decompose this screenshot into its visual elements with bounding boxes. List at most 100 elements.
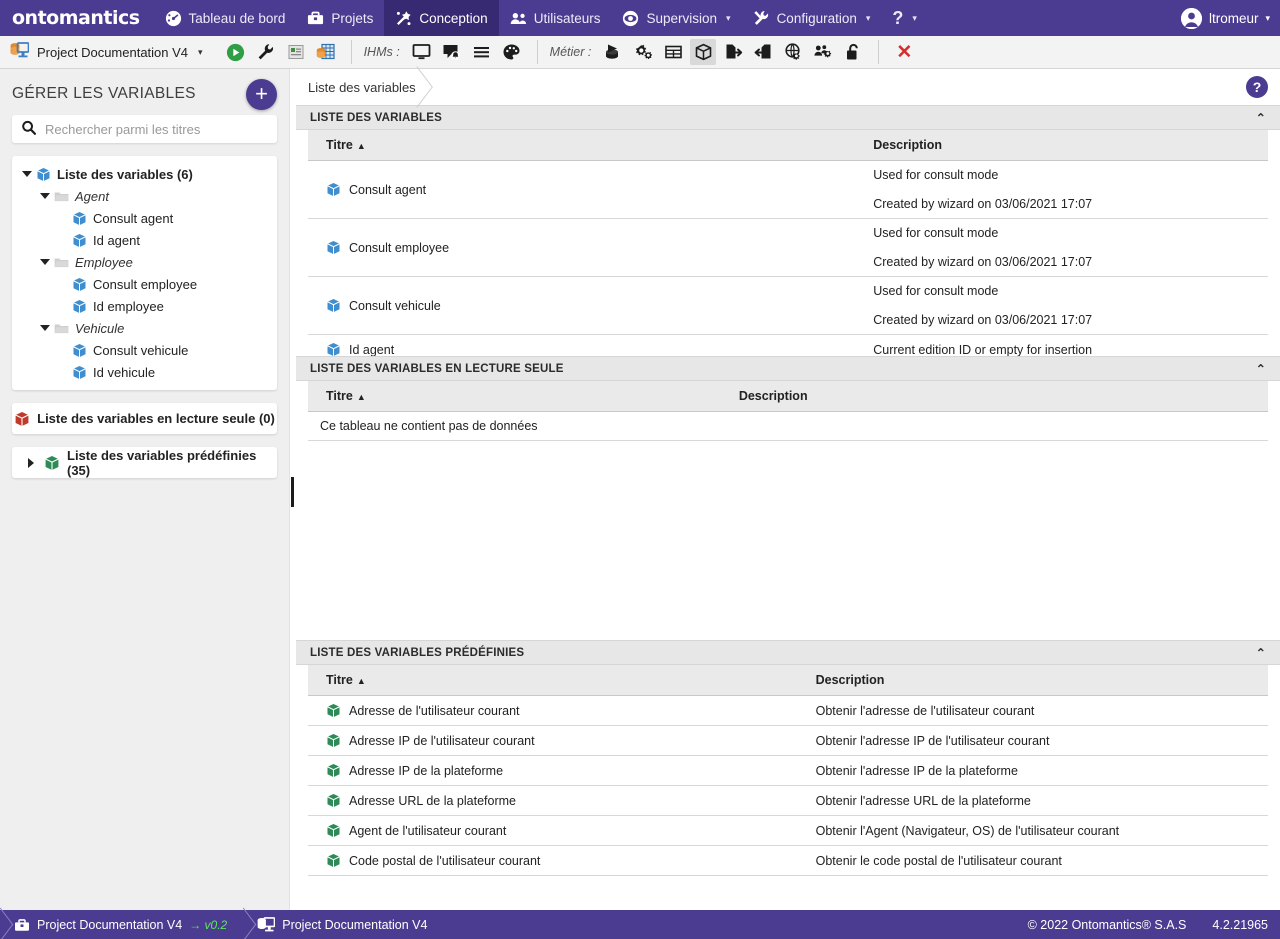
search-input[interactable] <box>45 121 268 137</box>
table-row[interactable]: Adresse URL de la plateforme Obtenir l'ad… <box>308 785 1269 816</box>
footer-item-1[interactable]: Project Documentation V4 <box>230 907 443 939</box>
collapse-arrow-icon[interactable] <box>18 171 36 177</box>
tree-folder[interactable]: Vehicule <box>12 317 277 339</box>
footer-item-version: → v0.2 <box>189 917 228 932</box>
add-variable-button[interactable]: + <box>246 78 277 110</box>
user-name: ltromeur <box>1208 10 1259 26</box>
readonly-panel-header[interactable]: LISTE DES VARIABLES EN LECTURE SEULE ⌃ <box>296 356 1280 381</box>
popup-alert-button[interactable] <box>439 39 465 65</box>
column-header-description[interactable]: Description <box>797 665 1269 696</box>
column-header-titre[interactable]: Titre ▲ <box>308 130 856 161</box>
chevron-down-icon[interactable]: ▾ <box>198 47 203 58</box>
collapse-arrow-icon[interactable] <box>36 325 54 331</box>
tree-item[interactable]: Consult employee <box>12 273 277 295</box>
cell-description: Obtenir l'adresse IP de l'utilisateur co… <box>797 725 1269 756</box>
sidebar-item-predefined-variables[interactable]: Liste des variables prédéfinies (35) <box>12 447 277 478</box>
variables-cube-button[interactable] <box>690 39 717 65</box>
report-button[interactable] <box>283 39 309 65</box>
cell-title: Adresse URL de la plateforme <box>308 785 798 816</box>
table-row[interactable]: Code postal de l'utilisateur courant Obte… <box>308 845 1269 876</box>
footer-item-0[interactable]: Project Documentation V4 → v0.2 <box>0 907 243 939</box>
padlock-open-button[interactable] <box>840 39 866 65</box>
users-icon <box>510 10 527 27</box>
file-out-button[interactable] <box>720 39 746 65</box>
collapse-arrow-icon[interactable] <box>36 259 54 265</box>
cell-title: Id agent <box>308 334 856 356</box>
monitor-button[interactable] <box>409 39 435 65</box>
nav-item-label: Supervision <box>646 10 718 26</box>
sidebar-item-readonly-variables[interactable]: Liste des variables en lecture seule (0) <box>12 403 277 434</box>
tree-folder[interactable]: Employee <box>12 251 277 273</box>
chevron-down-icon: ▾ <box>912 12 917 23</box>
column-header-titre[interactable]: Titre ▲ <box>308 665 798 696</box>
tree-folder[interactable]: Agent <box>12 185 277 207</box>
variables-panel-title: LISTE DES VARIABLES <box>310 111 443 124</box>
nav-item-projets[interactable]: Projets <box>296 0 384 36</box>
table-row[interactable]: Consult vehicule Used for consult mode Cre… <box>308 276 1269 335</box>
user-menu[interactable]: ltromeur ▾ <box>1180 0 1270 36</box>
tree-item[interactable]: Id agent <box>12 229 277 251</box>
tree-item[interactable]: Id employee <box>12 295 277 317</box>
variables-tree: Liste des variables (6) Agent Consult agen… <box>12 156 277 390</box>
nav-item-configuration[interactable]: Configuration ▾ <box>742 0 882 36</box>
table-row[interactable]: Adresse IP de l'utilisateur courant Obten… <box>308 725 1269 756</box>
description-line-1: Used for consult mode <box>873 284 999 298</box>
database-table-button[interactable] <box>313 39 339 65</box>
expand-arrow-icon[interactable] <box>22 457 40 468</box>
tree-item[interactable]: Consult agent <box>12 207 277 229</box>
globe-gear-button[interactable] <box>780 39 806 65</box>
predefined-panel-header[interactable]: LISTE DES VARIABLES PRÉDÉFINIES ⌃ <box>296 640 1280 665</box>
process-button[interactable] <box>600 39 626 65</box>
splitter-grip[interactable] <box>291 477 294 507</box>
avatar-icon <box>1180 7 1202 29</box>
nav-item-tableau-de-bord[interactable]: Tableau de bord <box>154 0 297 36</box>
description-line-1: Used for consult mode <box>873 168 999 182</box>
readonly-panel-body: Titre ▲ Description Ce tableau ne contien… <box>296 381 1280 640</box>
variable-title: Agent de l'utilisateur courant <box>349 823 507 838</box>
nav-item-utilisateurs[interactable]: Utilisateurs <box>499 0 612 36</box>
chevron-down-icon: ▾ <box>865 12 871 23</box>
build-wrench-button[interactable] <box>253 39 279 65</box>
help-icon[interactable]: ? <box>1246 76 1269 98</box>
nav-item-[interactable]: ? ▾ <box>881 0 928 36</box>
palette-button[interactable] <box>499 39 525 65</box>
run-button[interactable] <box>223 39 249 65</box>
search-box[interactable] <box>12 115 277 143</box>
column-header-description[interactable]: Description <box>720 381 1269 412</box>
breadcrumb-item-0[interactable]: Liste des variables <box>308 69 430 105</box>
table-row[interactable]: Adresse de l'utilisateur courant Obtenir … <box>308 695 1269 726</box>
gears-button[interactable] <box>630 39 656 65</box>
copyright-text: © 2022 Ontomantics® S.A.S <box>1027 917 1187 932</box>
chevron-up-icon[interactable]: ⌃ <box>1256 111 1266 125</box>
collapse-arrow-icon[interactable] <box>36 193 54 199</box>
nav-item-conception[interactable]: Conception <box>384 0 499 36</box>
table-row[interactable]: Consult agent Used for consult mode Create… <box>308 160 1269 219</box>
cell-description: Used for consult mode Created by wizard o… <box>855 160 1269 219</box>
variables-panel-header[interactable]: LISTE DES VARIABLES ⌃ <box>296 105 1280 130</box>
tree-item-label: Id employee <box>93 298 164 314</box>
tree-item-label: Consult vehicule <box>93 342 189 358</box>
cube-blue-icon <box>72 211 87 226</box>
project-selector[interactable]: Project Documentation V4 ▾ <box>0 42 203 62</box>
tree-item[interactable]: Consult vehicule <box>12 339 277 361</box>
users-gear-button[interactable] <box>810 39 836 65</box>
nav-item-supervision[interactable]: Supervision ▾ <box>611 0 741 36</box>
chevron-up-icon[interactable]: ⌃ <box>1256 646 1266 660</box>
table-row[interactable]: Agent de l'utilisateur courant Obtenir l'… <box>308 815 1269 846</box>
table-row[interactable]: Adresse IP de la plateforme Obtenir l'adr… <box>308 755 1269 786</box>
chevron-up-icon[interactable]: ⌃ <box>1256 362 1266 376</box>
variable-title: Code postal de l'utilisateur courant <box>349 853 541 868</box>
menu-lines-button[interactable] <box>469 39 495 65</box>
column-header-titre[interactable]: Titre ▲ <box>308 381 721 412</box>
table-row[interactable]: Consult employee Used for consult mode Cre… <box>308 218 1269 277</box>
table-row[interactable]: Id agent Current edition ID or empty for … <box>308 334 1269 356</box>
table-button[interactable] <box>660 39 686 65</box>
file-in-button[interactable] <box>750 39 776 65</box>
tree-item-label: Id agent <box>93 232 140 248</box>
tree-item[interactable]: Id vehicule <box>12 361 277 383</box>
column-header-description[interactable]: Description <box>855 130 1269 161</box>
tree-root-node[interactable]: Liste des variables (6) <box>12 163 277 185</box>
brand-logo[interactable]: ontomantics <box>0 7 154 29</box>
close-button[interactable]: ✕ <box>891 39 917 65</box>
cube-green-icon <box>326 823 341 838</box>
